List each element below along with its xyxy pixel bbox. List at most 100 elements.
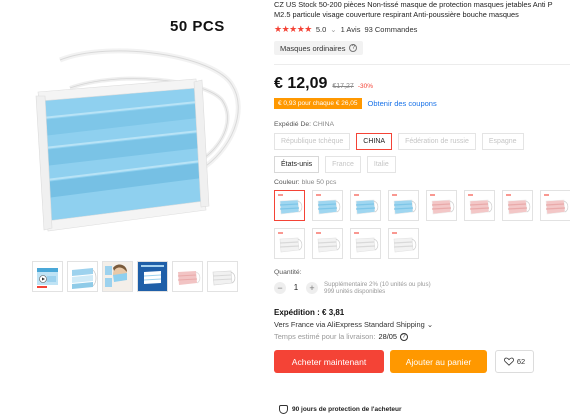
- thumbnail-person[interactable]: [102, 261, 133, 292]
- quantity-minus-button[interactable]: −: [274, 281, 286, 294]
- color-swatch-pink[interactable]: [464, 189, 495, 221]
- blue-mask-swatch-icon: [316, 193, 341, 215]
- help-icon[interactable]: ?: [399, 332, 408, 341]
- chevron-down-icon[interactable]: ⌄: [330, 25, 336, 34]
- ship-from-option-china[interactable]: CHINA: [356, 132, 393, 150]
- ship-from-option-spain[interactable]: Espagne: [481, 132, 524, 150]
- thumbnail-pink-mask[interactable]: [172, 261, 203, 292]
- color-swatch-white[interactable]: [350, 227, 381, 259]
- current-price: € 12,09: [274, 74, 328, 92]
- ship-from-option-russia[interactable]: Fédération de russie: [398, 132, 476, 150]
- pink-mask-swatch-icon: [506, 193, 531, 215]
- product-title: CZ US Stock 50-200 pièces Non-tissé masq…: [274, 0, 570, 19]
- white-mask-swatch-icon: [354, 231, 379, 253]
- thumbnail-diagram[interactable]: [137, 261, 168, 292]
- coupon-row: € 0,93 pour chaque € 26,05 Obtenir des c…: [274, 97, 570, 109]
- buyer-protection: 90 jours de protection de l'acheteur: [279, 405, 402, 414]
- product-title-line2: M2.5 particule visage couverture respira…: [274, 9, 519, 19]
- color-swatch-white[interactable]: [388, 227, 419, 259]
- bulk-discount-note: Supplémentaire 2% (10 unités ou plus): [324, 280, 431, 288]
- mask-diagram-thumb-icon: [138, 262, 167, 291]
- price-row: € 12,09 €17,27 -30%: [274, 75, 570, 93]
- white-mask-swatch-icon: [316, 231, 341, 253]
- ship-from-option-usa[interactable]: États-unis: [274, 155, 320, 173]
- quantity-label: Quantité:: [274, 268, 302, 276]
- ship-from-options: République tchèque CHINA Fédération de r…: [274, 132, 570, 173]
- store-chip[interactable]: Masques ordinaires ?: [274, 41, 364, 56]
- wishlist-count: 62: [516, 357, 526, 367]
- ship-from-option-france[interactable]: France: [325, 155, 361, 173]
- ship-from-label: Expédié De: CHINA: [274, 121, 570, 128]
- rating-value: 5.0: [315, 24, 327, 34]
- shield-icon: [279, 405, 288, 414]
- quantity-stepper: − 1 + Supplémentaire 2% (10 unités ou pl…: [274, 281, 570, 295]
- color-swatches: [274, 189, 570, 259]
- wishlist-button[interactable]: 62: [495, 350, 534, 374]
- coupon-badge: € 0,93 pour chaque € 26,05: [274, 97, 362, 109]
- mask-layers-thumb-icon: [72, 268, 97, 289]
- color-swatch-blue[interactable]: [312, 189, 343, 221]
- color-swatch-white[interactable]: [274, 227, 305, 259]
- reviews-count[interactable]: 1 Avis: [341, 25, 361, 34]
- delivery-estimate: Temps estimé pour la livraison: 28/05 ?: [274, 332, 570, 341]
- pink-mask-swatch-icon: [468, 193, 493, 215]
- orders-count: 93 Commandes: [364, 24, 418, 34]
- buy-now-button[interactable]: Acheter maintenant: [274, 350, 384, 374]
- product-gallery: 50 PCS: [0, 0, 262, 300]
- pink-mask-swatch-icon: [544, 193, 569, 215]
- blue-mask-swatch-icon: [392, 193, 417, 215]
- shipping-method[interactable]: Vers France via AliExpress Standard Ship…: [274, 320, 570, 329]
- buyer-protection-text: 90 jours de protection de l'acheteur: [292, 406, 402, 413]
- thumbnail-strip: [32, 261, 238, 292]
- action-buttons: Acheter maintenant Ajouter au panier 62: [274, 350, 570, 374]
- original-price: €17,27: [332, 82, 354, 90]
- pink-mask-swatch-icon: [430, 193, 455, 215]
- white-mask-swatch-icon: [392, 231, 417, 253]
- shipping-title-prefix: Expédition :: [274, 308, 320, 318]
- color-swatch-pink[interactable]: [502, 189, 533, 221]
- pack-size-badge: 50 PCS: [170, 18, 225, 35]
- product-info: CZ US Stock 50-200 pièces Non-tissé masq…: [274, 0, 570, 420]
- discount-badge: -30%: [357, 82, 373, 90]
- star-rating-icon: ★★★★★: [274, 23, 312, 34]
- quantity-plus-button[interactable]: +: [306, 281, 318, 294]
- color-swatch-blue[interactable]: [350, 189, 381, 221]
- color-swatch-pink[interactable]: [426, 189, 457, 221]
- color-swatch-white[interactable]: [312, 227, 343, 259]
- help-icon[interactable]: ?: [349, 44, 358, 53]
- mask-person-thumb-icon: [103, 262, 132, 291]
- white-mask-swatch-icon: [278, 231, 303, 253]
- ship-from-option-czech[interactable]: République tchèque: [274, 132, 351, 150]
- color-label: Couleur: blue 50 pcs: [274, 179, 570, 186]
- quantity-value[interactable]: 1: [286, 283, 306, 292]
- main-product-image[interactable]: [0, 0, 262, 252]
- product-title-line1: CZ US Stock 50-200 pièces Non-tissé masq…: [274, 0, 553, 9]
- get-coupons-link[interactable]: Obtenir des coupons: [368, 99, 437, 108]
- color-swatch-blue[interactable]: [388, 189, 419, 221]
- ship-from-option-italy[interactable]: Italie: [366, 155, 396, 173]
- stock-available-note: 999 unités disponibles: [324, 287, 386, 295]
- store-chip-label: Masques ordinaires: [280, 43, 346, 53]
- add-to-cart-button[interactable]: Ajouter au panier: [390, 350, 487, 374]
- delivery-date: 28/05: [378, 332, 397, 342]
- quantity-note: Supplémentaire 2% (10 unités ou plus) 99…: [324, 281, 431, 295]
- thumbnail-layers[interactable]: [67, 261, 98, 292]
- thumbnail-video[interactable]: [32, 261, 63, 292]
- pink-mask-thumb-icon: [177, 271, 201, 285]
- blue-mask-swatch-icon: [278, 193, 303, 215]
- delivery-estimate-label: Temps estimé pour la livraison:: [274, 332, 376, 342]
- shipping-title: Expédition : € 3,81: [274, 308, 570, 317]
- rating-row: ★★★★★ 5.0 ⌄ 1 Avis 93 Commandes: [274, 24, 570, 34]
- shipping-cost: € 3,81: [322, 308, 345, 318]
- color-value: blue 50 pcs: [301, 178, 337, 186]
- shipping-method-text[interactable]: Vers France via AliExpress Standard Ship…: [274, 320, 425, 329]
- ship-from-value: CHINA: [312, 120, 335, 128]
- ship-from-label-text: Expédié De:: [274, 120, 312, 128]
- chevron-down-icon[interactable]: ⌄: [427, 320, 433, 329]
- white-mask-thumb-icon: [212, 270, 236, 286]
- color-swatch-pink[interactable]: [540, 189, 570, 221]
- color-swatch-blue[interactable]: [274, 189, 305, 221]
- color-label-text: Couleur:: [274, 178, 300, 186]
- thumbnail-white-mask[interactable]: [207, 261, 238, 292]
- heart-icon: [503, 357, 514, 366]
